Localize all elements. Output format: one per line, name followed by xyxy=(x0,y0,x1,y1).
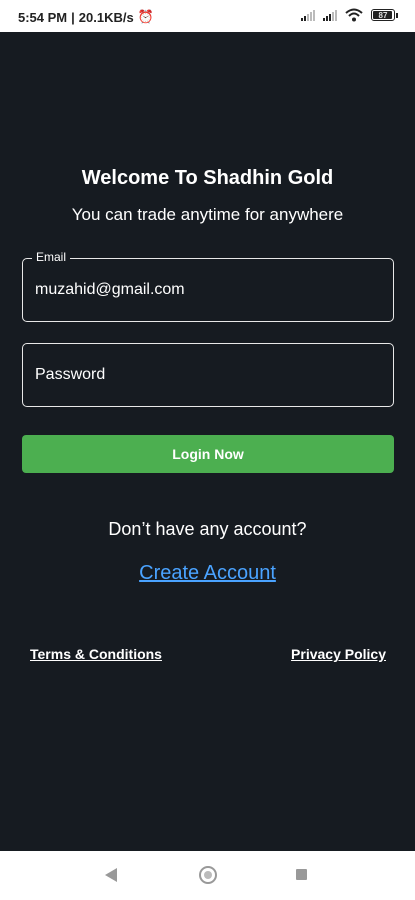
status-bar: 5:54 PM | 20.1KB/s ⏰ 87 xyxy=(0,0,415,32)
no-account-text: Don’t have any account? xyxy=(108,519,307,539)
page-subtitle: You can trade anytime for anywhere xyxy=(71,205,344,224)
privacy-link[interactable]: Privacy Policy xyxy=(291,646,386,662)
email-label: Email xyxy=(32,250,71,264)
status-time: 5:54 PM xyxy=(18,9,68,25)
email-field[interactable]: Email muzahid@gmail.com xyxy=(22,250,394,322)
battery-icon: 87 xyxy=(371,9,398,21)
home-icon[interactable] xyxy=(199,866,217,884)
signal-icon xyxy=(301,9,315,21)
recents-icon[interactable] xyxy=(296,869,307,880)
network-speed: 20.1KB/s xyxy=(78,9,134,25)
signal-icon xyxy=(323,9,337,21)
email-value: muzahid@gmail.com xyxy=(35,281,185,298)
terms-link[interactable]: Terms & Conditions xyxy=(30,646,162,662)
login-screen: 5:54 PM | 20.1KB/s ⏰ 87 Welcome To Shadh… xyxy=(0,0,415,851)
status-right: 87 xyxy=(301,8,398,22)
navigation-bar xyxy=(0,851,415,900)
login-button[interactable]: Login Now xyxy=(22,435,394,473)
status-separator: | xyxy=(71,9,75,25)
wifi-icon xyxy=(345,8,363,22)
battery-level: 87 xyxy=(378,11,388,20)
status-left: 5:54 PM | 20.1KB/s ⏰ xyxy=(18,9,154,25)
alarm-icon: ⏰ xyxy=(137,9,154,24)
password-placeholder: Password xyxy=(35,366,106,383)
create-account-link[interactable]: Create Account xyxy=(0,562,415,585)
page-title: Welcome To Shadhin Gold xyxy=(81,167,334,189)
back-icon[interactable] xyxy=(105,868,117,882)
password-field[interactable]: Password xyxy=(22,343,394,407)
